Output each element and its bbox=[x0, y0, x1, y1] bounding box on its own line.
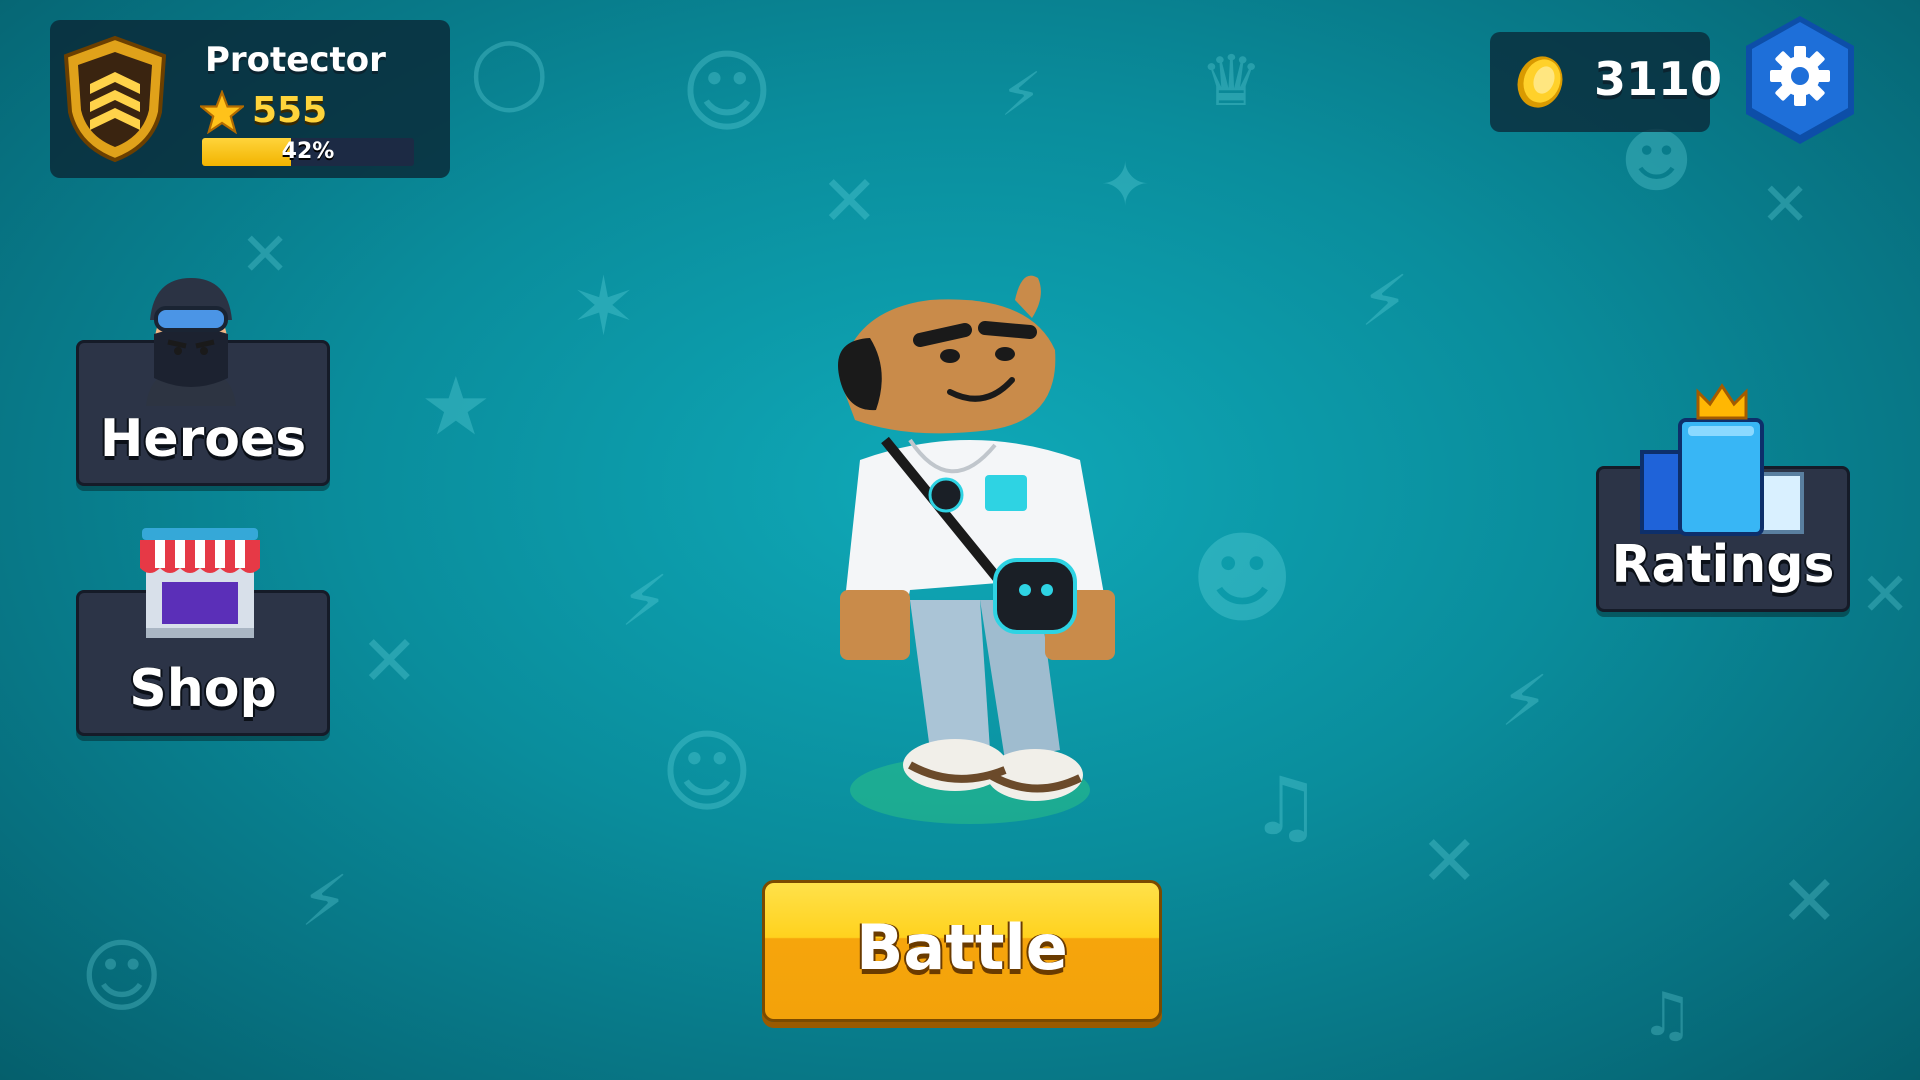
storefront-icon bbox=[140, 528, 260, 638]
player-name: Protector bbox=[205, 40, 386, 80]
settings-button[interactable] bbox=[1740, 12, 1860, 148]
rank-progress-bar: 42% bbox=[202, 138, 414, 166]
rank-progress-label: 42% bbox=[281, 139, 335, 164]
shop-label: Shop bbox=[129, 659, 277, 719]
player-profile-card[interactable]: Protector 555 42% bbox=[50, 20, 450, 178]
coin-balance-panel[interactable]: 3110 bbox=[1490, 32, 1722, 132]
battle-label: Battle bbox=[856, 911, 1068, 984]
coin-count: 3110 bbox=[1594, 52, 1723, 106]
podium-trophy-icon bbox=[1640, 383, 1804, 536]
gold-coin-icon bbox=[1517, 56, 1563, 108]
trophy-count: 555 bbox=[252, 90, 328, 131]
ratings-label: Ratings bbox=[1611, 535, 1835, 595]
heroes-label: Heroes bbox=[99, 409, 307, 469]
star-icon bbox=[200, 90, 244, 134]
gear-icon bbox=[1746, 16, 1854, 144]
soldier-icon bbox=[146, 278, 236, 406]
battle-button[interactable]: Battle bbox=[762, 880, 1162, 1022]
hero-character bbox=[838, 275, 1115, 824]
chevron-shield-icon bbox=[63, 35, 167, 163]
